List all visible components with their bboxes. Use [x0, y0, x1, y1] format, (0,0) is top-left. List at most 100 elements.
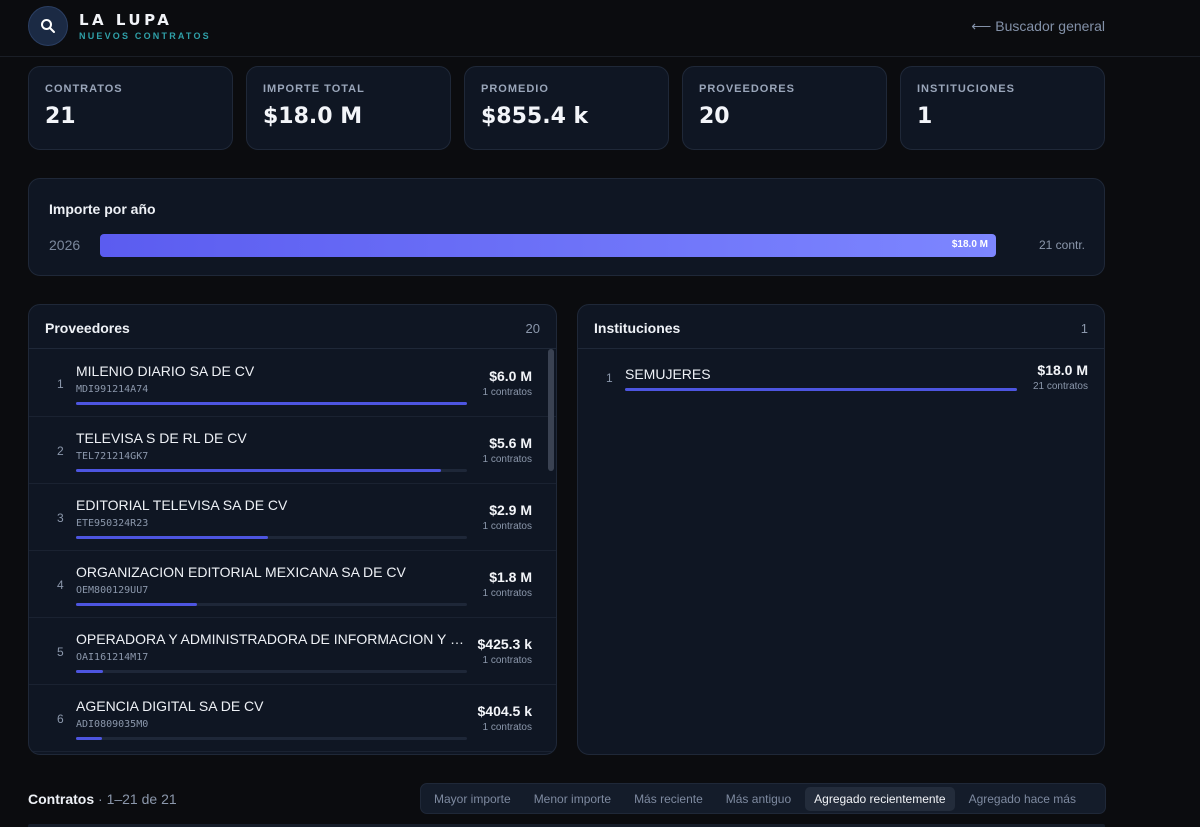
stat-label: INSTITUCIONES — [917, 83, 1015, 95]
provider-name: MILENIO DIARIO SA DE CV — [76, 363, 255, 379]
sort-most-recent[interactable]: Más reciente — [625, 787, 712, 811]
year-bar-amount: $18.0 M — [951, 239, 988, 250]
contracts-range: · 1–21 de 21 — [94, 791, 177, 807]
provider-rfc: ETE950324R23 — [76, 518, 149, 529]
contracts-title: Contratos — [28, 791, 95, 807]
provider-contracts: 1 contratos — [482, 387, 532, 398]
institution-contracts: 21 contratos — [1032, 381, 1088, 392]
logo-button[interactable] — [28, 6, 68, 46]
stat-value: 1 — [917, 104, 933, 129]
row-index: 3 — [57, 511, 64, 525]
institution-bar-fill — [625, 388, 1017, 391]
year-bar[interactable]: $18.0 M — [100, 234, 996, 257]
provider-name: ORGANIZACION EDITORIAL MEXICANA SA DE CV — [76, 564, 406, 580]
institutions-list: 1 SEMUJERES $18.0 M 21 contratos — [578, 350, 1104, 394]
institutions-panel: Instituciones 1 1 SEMUJERES $18.0 M 21 c… — [577, 304, 1105, 755]
row-index: 6 — [57, 712, 64, 726]
provider-row[interactable]: 3 EDITORIAL TELEVISA SA DE CV ETE950324R… — [29, 484, 556, 551]
row-index: 1 — [606, 371, 613, 385]
provider-rfc: OAI161214M17 — [76, 652, 149, 663]
provider-bar-track — [76, 469, 467, 472]
provider-amount: $2.9 M — [489, 502, 532, 518]
provider-amount: $425.3 k — [477, 636, 533, 652]
provider-row[interactable]: 4 ORGANIZACION EDITORIAL MEXICANA SA DE … — [29, 551, 556, 618]
stat-card-total-amount: IMPORTE TOTAL $18.0 M — [246, 66, 451, 150]
provider-amount: $5.6 M — [489, 435, 532, 451]
provider-bar-fill — [76, 536, 268, 539]
provider-bar-track — [76, 670, 467, 673]
provider-rfc: ADI0809035M0 — [76, 719, 149, 730]
row-index: 5 — [57, 645, 64, 659]
providers-panel: Proveedores 20 1 MILENIO DIARIO SA DE CV… — [28, 304, 557, 755]
stat-label: PROMEDIO — [481, 83, 549, 95]
provider-bar-track — [76, 603, 467, 606]
provider-name: AGENCIA DIGITAL SA DE CV — [76, 698, 264, 714]
stat-card-average: PROMEDIO $855.4 k — [464, 66, 669, 150]
provider-rfc: TEL721214GK7 — [76, 451, 149, 462]
provider-bar-fill — [76, 603, 198, 606]
provider-bar-track — [76, 402, 467, 405]
stat-card-institutions: INSTITUCIONES 1 — [900, 66, 1105, 150]
provider-name: TELEVISA S DE RL DE CV — [76, 430, 247, 446]
providers-list: 1 MILENIO DIARIO SA DE CV MDI991214A74 $… — [29, 350, 556, 752]
top-bar: LA LUPA NUEVOS CONTRATOS ⟵ Buscador gene… — [0, 0, 1200, 57]
sort-options: Mayor importe Menor importe Más reciente… — [420, 783, 1106, 814]
institutions-header: Instituciones 1 — [578, 305, 1104, 349]
stat-value: 21 — [45, 104, 76, 129]
contracts-heading: Contratos · 1–21 de 21 — [28, 791, 177, 807]
search-icon — [41, 19, 55, 33]
row-index: 4 — [57, 578, 64, 592]
provider-bar-fill — [76, 402, 467, 405]
stat-label: IMPORTE TOTAL — [263, 83, 365, 95]
institution-amount: $18.0 M — [1037, 362, 1088, 378]
row-index: 2 — [57, 444, 64, 458]
providers-scrollbar[interactable] — [546, 349, 556, 754]
institution-row[interactable]: 1 SEMUJERES $18.0 M 21 contratos — [578, 350, 1104, 394]
provider-row[interactable]: 5 OPERADORA Y ADMINISTRADORA DE INFORMAC… — [29, 618, 556, 685]
sort-lowest-amount[interactable]: Menor importe — [525, 787, 620, 811]
provider-bar-fill — [76, 737, 103, 740]
year-contract-count: 21 contr. — [1038, 238, 1085, 252]
sort-recently-added[interactable]: Agregado recientemente — [805, 786, 955, 811]
stat-value: $18.0 M — [263, 104, 363, 129]
provider-contracts: 1 contratos — [482, 521, 532, 532]
provider-contracts: 1 contratos — [482, 588, 532, 599]
provider-amount: $1.8 M — [489, 569, 532, 585]
provider-rfc: OEM800129UU7 — [76, 585, 149, 596]
institution-name: SEMUJERES — [625, 366, 711, 382]
sort-oldest[interactable]: Más antiguo — [717, 787, 800, 811]
year-label: 2026 — [49, 237, 81, 253]
provider-row[interactable]: 6 AGENCIA DIGITAL SA DE CV ADI0809035M0 … — [29, 685, 556, 752]
brand-title: LA LUPA — [79, 11, 173, 29]
amount-by-year-panel: Importe por año 2026 $18.0 M 21 contr. — [28, 178, 1105, 276]
provider-row[interactable]: 2 TELEVISA S DE RL DE CV TEL721214GK7 $5… — [29, 417, 556, 484]
providers-count: 20 — [525, 321, 540, 336]
back-to-search-link[interactable]: ⟵ Buscador general — [971, 18, 1105, 35]
provider-name: EDITORIAL TELEVISA SA DE CV — [76, 497, 288, 513]
stat-value: 20 — [699, 104, 730, 129]
stat-label: CONTRATOS — [45, 83, 123, 95]
provider-bar-track — [76, 536, 467, 539]
year-bar-track: $18.0 M — [100, 234, 996, 257]
provider-name: OPERADORA Y ADMINISTRADORA DE INFORMACIO… — [76, 631, 464, 647]
provider-bar-fill — [76, 469, 441, 472]
provider-bar-fill — [76, 670, 104, 673]
stat-card-providers: PROVEEDORES 20 — [682, 66, 887, 150]
providers-title: Proveedores — [45, 320, 130, 336]
provider-contracts: 1 contratos — [482, 454, 532, 465]
provider-row[interactable]: 1 MILENIO DIARIO SA DE CV MDI991214A74 $… — [29, 350, 556, 417]
provider-rfc: MDI991214A74 — [76, 384, 149, 395]
provider-amount: $6.0 M — [489, 368, 532, 384]
row-index: 1 — [57, 377, 64, 391]
sort-added-earlier[interactable]: Agregado hace más — [960, 787, 1085, 811]
provider-contracts: 1 contratos — [482, 655, 532, 666]
provider-bar-track — [76, 737, 467, 740]
institution-bar-track — [625, 388, 1017, 391]
providers-header: Proveedores 20 — [29, 305, 556, 349]
amount-by-year-title: Importe por año — [49, 201, 156, 217]
provider-contracts: 1 contratos — [482, 722, 532, 733]
brand-subtitle: NUEVOS CONTRATOS — [79, 31, 211, 41]
stat-label: PROVEEDORES — [699, 83, 795, 95]
scrollbar-thumb[interactable] — [548, 349, 554, 471]
sort-highest-amount[interactable]: Mayor importe — [425, 787, 520, 811]
